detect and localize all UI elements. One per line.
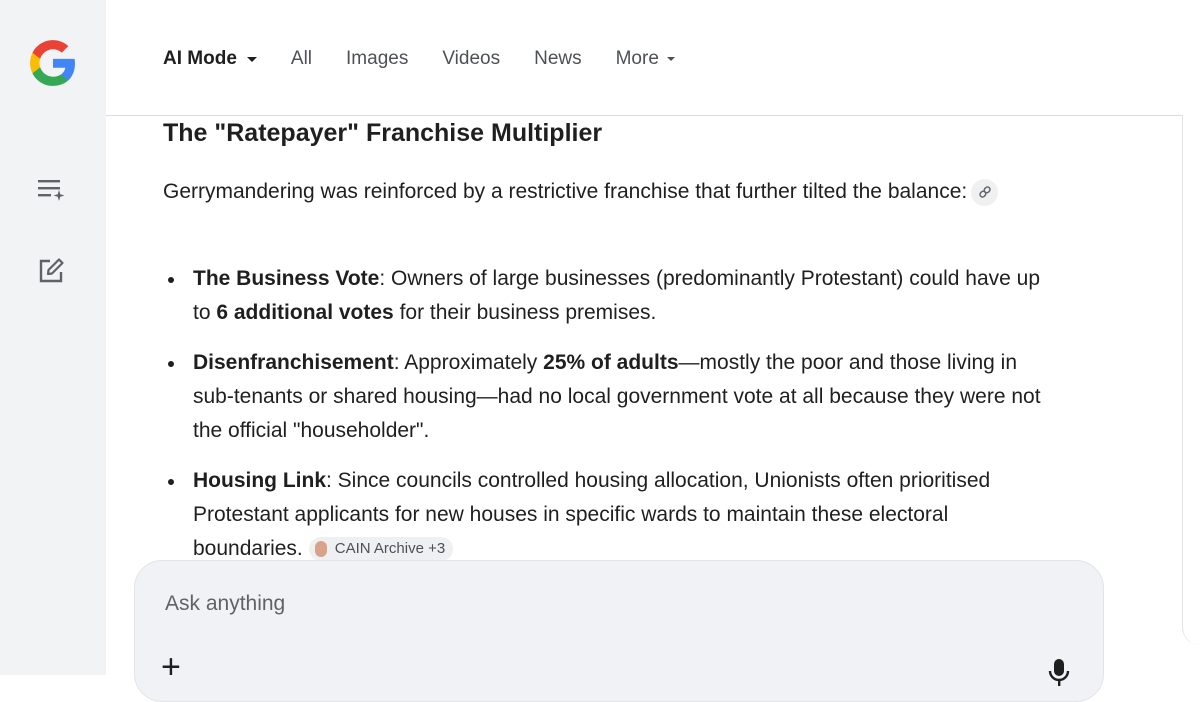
point-text: : Approximately (393, 351, 544, 374)
new-thread-button[interactable] (33, 171, 69, 207)
google-logo-icon[interactable] (28, 38, 78, 88)
search-tabs: AI Mode All Images Videos News More (163, 48, 709, 70)
point-emphasis: 6 additional votes (216, 301, 394, 324)
point-term: Housing Link (193, 469, 326, 492)
sidebar (0, 0, 106, 675)
tab-videos-label: Videos (442, 48, 501, 69)
header: AI Mode All Images Videos News More (106, 0, 1200, 116)
tab-all-label: All (290, 48, 313, 69)
intro-text: Gerrymandering was reinforced by a restr… (163, 180, 968, 203)
chevron-down-icon (666, 57, 675, 61)
chevron-down-icon (246, 56, 257, 62)
list-item: The Business Vote: Owners of large busin… (163, 262, 1063, 330)
intro-paragraph: Gerrymandering was reinforced by a restr… (163, 175, 1013, 209)
tab-more[interactable]: More (616, 48, 675, 70)
tab-news[interactable]: News (534, 48, 582, 70)
bullet-list: The Business Vote: Owners of large busin… (163, 262, 1063, 582)
ask-input[interactable] (163, 591, 967, 617)
link-icon (978, 186, 991, 199)
point-emphasis: 25% of adults (543, 351, 679, 374)
tab-ai-mode-label: AI Mode (163, 48, 237, 69)
point-text: for their business premises. (393, 301, 657, 324)
edit-icon (39, 258, 64, 283)
tab-all[interactable]: All (291, 48, 312, 70)
tab-ai-mode[interactable]: AI Mode (163, 48, 257, 70)
section-heading: The "Ratepayer" Franchise Multiplier (163, 119, 603, 147)
list-item: Disenfranchisement: Approximately 25% of… (163, 346, 1063, 448)
side-panel-edge (1182, 115, 1200, 645)
tab-more-label: More (615, 48, 659, 69)
tab-images-label: Images (346, 48, 409, 69)
microphone-icon[interactable] (1047, 657, 1071, 687)
source-favicon-icon (314, 541, 327, 558)
tab-news-label: News (534, 48, 582, 69)
ask-box: + (134, 560, 1104, 702)
plus-icon: + (161, 648, 181, 686)
new-thread-sparkle-icon (38, 180, 65, 201)
edit-button[interactable] (33, 253, 69, 289)
tab-images[interactable]: Images (346, 48, 408, 70)
tab-videos[interactable]: Videos (442, 48, 500, 70)
add-attachment-button[interactable]: + (161, 650, 181, 684)
list-item: Housing Link: Since councils controlled … (163, 464, 1063, 566)
source-chip[interactable]: CAIN Archive +3 (308, 537, 454, 562)
point-term: The Business Vote (193, 267, 380, 290)
source-link-chip[interactable] (971, 178, 999, 206)
point-term: Disenfranchisement (193, 351, 394, 374)
